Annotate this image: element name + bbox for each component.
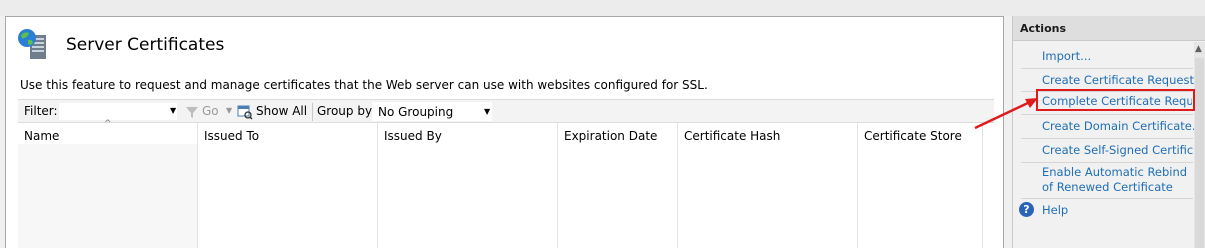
show-all-button[interactable]: Show All bbox=[256, 104, 307, 118]
certificates-table: ^ Name Issued To Issued By Expiration Da… bbox=[18, 119, 994, 248]
go-button[interactable]: Go bbox=[202, 104, 219, 118]
filter-toolbar: Filter: ▼ Go ▼ Show All Group by: No Gro… bbox=[18, 99, 994, 123]
help-icon: ? bbox=[1019, 202, 1034, 217]
column-header-issued-to[interactable]: Issued To bbox=[204, 129, 259, 143]
group-by-label: Group by: bbox=[317, 104, 376, 118]
funnel-icon bbox=[186, 107, 198, 118]
scroll-up-icon[interactable]: ▲ bbox=[1195, 44, 1202, 54]
column-divider bbox=[377, 123, 378, 248]
toolbar-separator bbox=[312, 103, 313, 121]
group-by-dropdown-icon[interactable]: ▼ bbox=[484, 107, 490, 116]
action-enable-automatic-rebind[interactable]: Enable Automatic Rebind of Renewed Certi… bbox=[1042, 165, 1192, 195]
action-import[interactable]: Import... bbox=[1042, 49, 1091, 64]
show-all-icon bbox=[237, 105, 253, 120]
page-title: Server Certificates bbox=[66, 35, 225, 55]
actions-scrollbar[interactable]: ▲ bbox=[1194, 42, 1205, 248]
action-separator bbox=[1021, 198, 1193, 199]
column-header-name[interactable]: Name bbox=[24, 129, 59, 143]
actions-title: Actions bbox=[1020, 22, 1066, 35]
column-header-certificate-hash[interactable]: Certificate Hash bbox=[684, 129, 780, 143]
filter-label: Filter: bbox=[24, 104, 58, 118]
action-separator bbox=[1021, 138, 1193, 139]
action-create-self-signed-certificate[interactable]: Create Self-Signed Certificate... bbox=[1042, 143, 1194, 158]
main-content-pane: Server Certificates Use this feature to … bbox=[5, 16, 1004, 248]
action-separator bbox=[1021, 162, 1193, 163]
action-separator bbox=[1021, 68, 1193, 69]
column-divider bbox=[557, 123, 558, 248]
annotation-arrow bbox=[974, 98, 1038, 130]
page-description: Use this feature to request and manage c… bbox=[20, 78, 708, 92]
sort-caret-icon: ^ bbox=[104, 119, 112, 129]
action-create-domain-certificate[interactable]: Create Domain Certificate... bbox=[1042, 119, 1203, 134]
column-divider bbox=[677, 123, 678, 248]
title-band bbox=[0, 0, 1205, 16]
scrollbar-thumb[interactable] bbox=[1195, 58, 1204, 248]
column-header-certificate-store[interactable]: Certificate Store bbox=[864, 129, 962, 143]
go-dropdown-icon[interactable]: ▼ bbox=[226, 106, 232, 115]
action-create-certificate-request[interactable]: Create Certificate Request... bbox=[1042, 73, 1205, 88]
column-divider bbox=[857, 123, 858, 248]
action-separator bbox=[1021, 114, 1193, 115]
filter-input[interactable] bbox=[58, 102, 178, 121]
column-header-expiration-date[interactable]: Expiration Date bbox=[564, 129, 657, 143]
name-column-body bbox=[18, 144, 197, 248]
action-help[interactable]: Help bbox=[1042, 203, 1068, 218]
column-header-issued-by[interactable]: Issued By bbox=[384, 129, 442, 143]
actions-header: Actions bbox=[1013, 16, 1205, 41]
column-divider bbox=[982, 123, 983, 248]
server-globe-icon bbox=[18, 29, 46, 59]
highlight-box bbox=[1036, 89, 1195, 111]
group-by-value: No Grouping bbox=[378, 105, 454, 119]
group-by-select[interactable]: No Grouping ▼ bbox=[372, 102, 492, 121]
column-divider bbox=[197, 123, 198, 248]
filter-dropdown-icon[interactable]: ▼ bbox=[170, 106, 176, 115]
